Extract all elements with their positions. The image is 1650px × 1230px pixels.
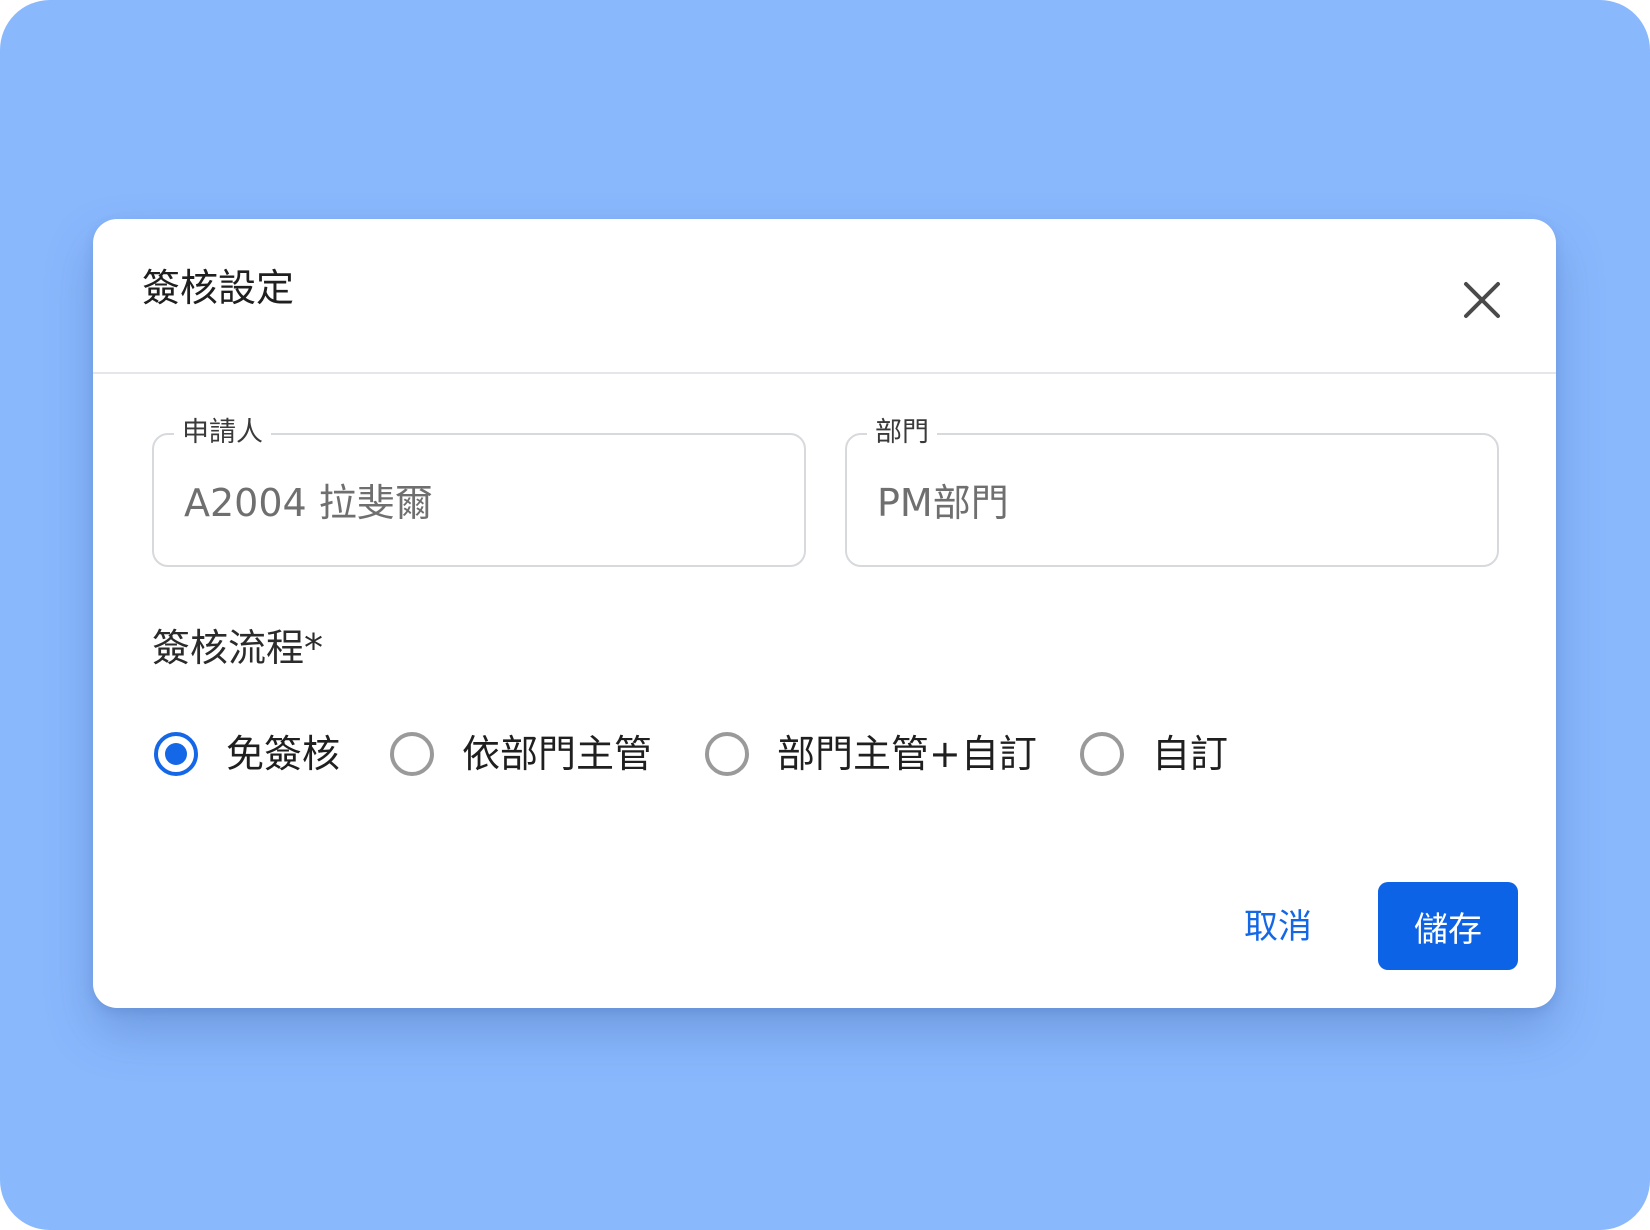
radio-label-manager-plus-custom: 部門主管+自訂 (777, 732, 1037, 776)
applicant-field[interactable]: 申請人 A2004 拉斐爾 (152, 415, 806, 567)
close-icon (1464, 282, 1500, 318)
save-button[interactable]: 儲存 (1378, 882, 1518, 970)
radio-label-no-approval: 免簽核 (226, 732, 341, 776)
close-button[interactable] (1453, 271, 1511, 329)
radio-button[interactable] (1080, 732, 1124, 776)
dialog-title: 簽核設定 (142, 266, 295, 310)
radio-label-custom: 自訂 (1152, 732, 1229, 776)
department-label: 部門 (867, 415, 937, 451)
radio-option-no-approval[interactable]: 免簽核 (154, 724, 340, 784)
radio-option-department-manager[interactable]: 依部門主管 (390, 724, 652, 784)
applicant-label: 申請人 (174, 415, 271, 451)
dialog-header: 簽核設定 (93, 219, 1556, 374)
applicant-value: A2004 拉斐爾 (184, 481, 433, 525)
department-field[interactable]: 部門 PM部門 (845, 415, 1499, 567)
radio-option-custom[interactable]: 自訂 (1080, 724, 1228, 784)
page-backdrop: 簽核設定 申請人 A2004 拉斐爾 部門 PM部門 簽核流程* 免簽核 依部門… (0, 0, 1650, 1230)
approval-settings-dialog: 簽核設定 申請人 A2004 拉斐爾 部門 PM部門 簽核流程* 免簽核 依部門… (93, 219, 1556, 1008)
department-value: PM部門 (877, 481, 1009, 525)
cancel-button[interactable]: 取消 (1230, 879, 1326, 967)
radio-label-department-manager: 依部門主管 (462, 732, 653, 776)
radio-button-checked[interactable] (154, 732, 198, 776)
radio-button[interactable] (390, 732, 434, 776)
approval-flow-label: 簽核流程* (152, 626, 324, 670)
radio-button[interactable] (705, 732, 749, 776)
radio-option-manager-plus-custom[interactable]: 部門主管+自訂 (705, 724, 1037, 784)
